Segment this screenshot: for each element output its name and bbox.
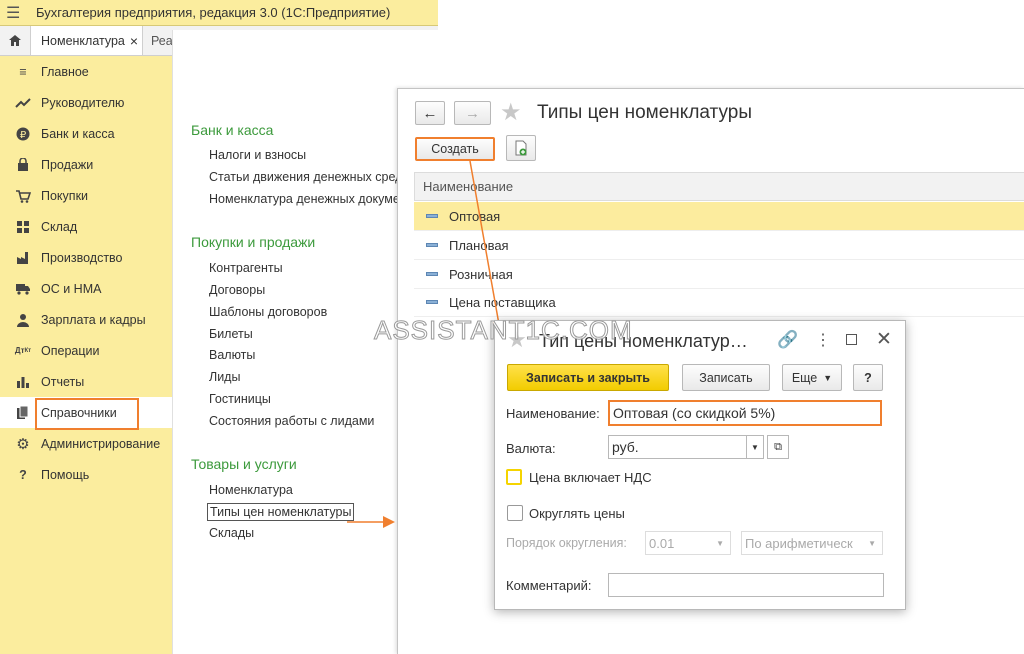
chevron-down-icon: ▼: [751, 442, 759, 452]
price-type-dialog: ★ Тип цены номенклатур… 🔗 ⋮ ✕ Записать и…: [494, 320, 906, 610]
save-close-button[interactable]: Записать и закрыть: [507, 364, 669, 391]
round-method-field[interactable]: По арифметическ ▼: [741, 531, 883, 555]
currency-label: Валюта:: [506, 441, 556, 456]
name-label: Наименование:: [506, 406, 600, 421]
vat-checkbox[interactable]: [506, 469, 522, 485]
round-order-field[interactable]: 0.01 ▼: [645, 531, 731, 555]
round-label: Округлять цены: [529, 506, 625, 521]
maximize-icon[interactable]: [846, 334, 857, 345]
save-button[interactable]: Записать: [682, 364, 770, 391]
open-icon: ⧉: [774, 440, 782, 453]
name-field[interactable]: Оптовая (со скидкой 5%): [608, 400, 882, 426]
chevron-down-icon: ▼: [823, 372, 833, 383]
currency-field[interactable]: руб.: [608, 435, 764, 459]
watermark: ASSISTANT1C.COM: [374, 315, 633, 346]
comment-label: Комментарий:: [506, 578, 592, 593]
currency-dropdown-button[interactable]: ▼: [746, 435, 764, 459]
close-icon[interactable]: ✕: [876, 328, 892, 351]
currency-open-button[interactable]: ⧉: [767, 435, 789, 459]
chevron-down-icon: ▼: [716, 538, 724, 548]
round-checkbox[interactable]: [507, 505, 523, 521]
more-vertical-icon[interactable]: ⋮: [815, 330, 831, 350]
link-icon[interactable]: 🔗: [777, 330, 798, 350]
chevron-down-icon: ▼: [868, 538, 876, 548]
comment-field[interactable]: [608, 573, 884, 597]
round-order-label: Порядок округления:: [506, 536, 627, 550]
vat-label: Цена включает НДС: [529, 470, 652, 485]
more-button[interactable]: Еще ▼: [782, 364, 842, 391]
help-button[interactable]: ?: [853, 364, 883, 391]
